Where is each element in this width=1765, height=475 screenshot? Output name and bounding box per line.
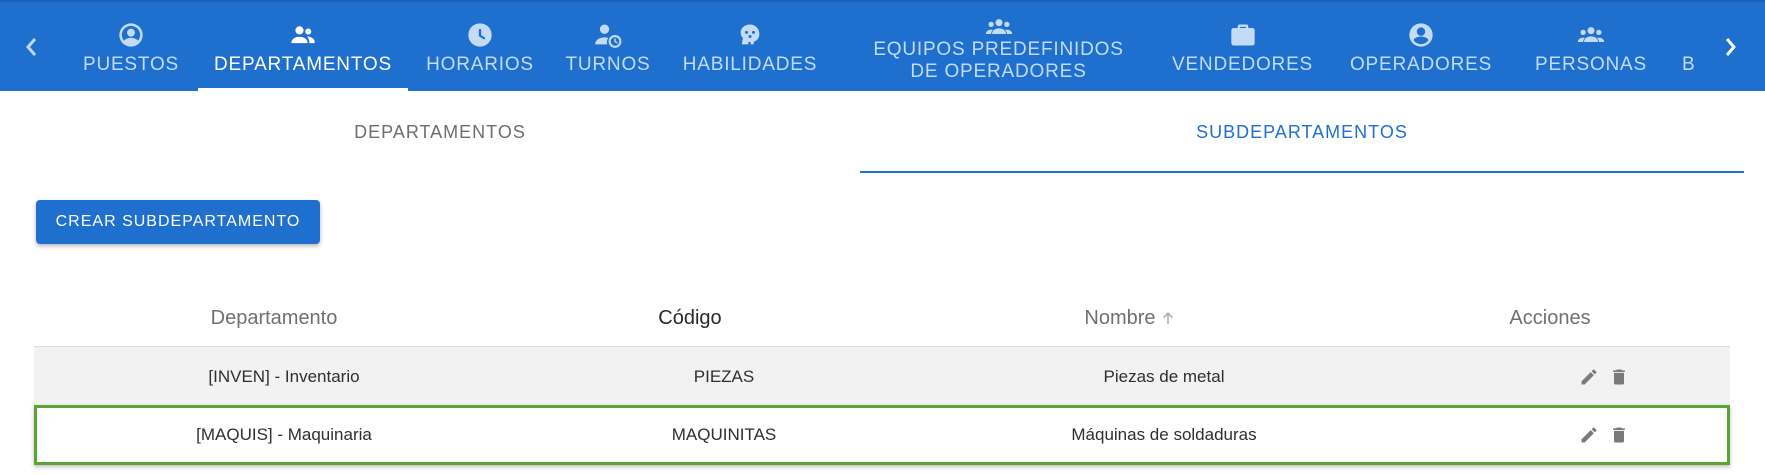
tab-br[interactable]: BR xyxy=(1666,2,1696,91)
subtab-subdepartamentos[interactable]: SUBDEPARTAMENTOS xyxy=(860,91,1744,173)
chevron-left-icon[interactable] xyxy=(2,2,62,91)
pencil-icon[interactable] xyxy=(1579,367,1599,387)
tab-label: PUESTOS xyxy=(82,54,180,75)
row-actions xyxy=(1504,405,1704,465)
top-navigation-bar: PUESTOS DEPARTAMENTOS HORARIOS TURNOS HA… xyxy=(0,0,1765,91)
tab-equipos-predefinidos[interactable]: EQUIPOS PREDEFINIDOS DE OPERADORES xyxy=(866,2,1131,91)
tab-label: TURNOS xyxy=(565,54,651,75)
tab-horarios[interactable]: HORARIOS xyxy=(410,2,550,91)
table-row[interactable]: [MAQUIS] - Maquinaria MAQUINITAS Máquina… xyxy=(34,405,1730,465)
cell-departamento: [MAQUIS] - Maquinaria xyxy=(196,425,372,444)
table-row[interactable]: [INVEN] - Inventario PIEZAS Piezas de me… xyxy=(34,347,1730,407)
tab-habilidades[interactable]: HABILIDADES xyxy=(666,2,834,91)
cell-codigo: PIEZAS xyxy=(693,367,755,386)
tab-label: PERSONAS xyxy=(1535,54,1647,75)
row-actions xyxy=(1504,347,1704,407)
people-icon xyxy=(1577,20,1605,50)
tab-label: DEPARTAMENTOS xyxy=(214,54,392,75)
trash-icon[interactable] xyxy=(1609,425,1629,445)
arrow-up-icon[interactable] xyxy=(1160,310,1176,326)
chevron-right-icon[interactable] xyxy=(1700,2,1760,91)
cell-departamento: [INVEN] - Inventario xyxy=(208,367,360,386)
subtab-label: DEPARTAMENTOS xyxy=(354,121,526,142)
column-header-departamento[interactable]: Departamento xyxy=(34,303,514,333)
tab-turnos[interactable]: TURNOS xyxy=(552,2,664,91)
groups-icon xyxy=(985,16,1013,38)
column-header-nombre[interactable]: Nombre xyxy=(880,303,1380,333)
person-clock-icon xyxy=(594,20,622,50)
tab-label: HABILIDADES xyxy=(682,54,818,75)
tab-label-line1: EQUIPOS PREDEFINIDOS xyxy=(873,39,1124,60)
tab-puestos[interactable]: PUESTOS xyxy=(66,2,196,91)
create-subdepartment-button[interactable]: CREAR SUBDEPARTAMENTO xyxy=(36,200,320,244)
tab-label: BR xyxy=(1682,54,1696,75)
column-header-acciones: Acciones xyxy=(1509,306,1591,329)
brain-icon xyxy=(736,20,764,50)
tab-vendedores[interactable]: VENDEDORES xyxy=(1160,2,1325,91)
cell-nombre: Máquinas de soldaduras xyxy=(1071,425,1257,444)
subtabs: DEPARTAMENTOS SUBDEPARTAMENTOS xyxy=(0,91,1765,173)
subtab-departamentos[interactable]: DEPARTAMENTOS xyxy=(10,91,870,173)
pencil-icon[interactable] xyxy=(1579,425,1599,445)
account-circle-icon xyxy=(117,20,145,50)
tab-label: HORARIOS xyxy=(426,54,534,75)
clock-icon xyxy=(466,20,494,50)
group-icon xyxy=(289,20,317,50)
briefcase-icon xyxy=(1229,20,1257,50)
tab-label: VENDEDORES xyxy=(1171,54,1314,75)
trash-icon[interactable] xyxy=(1609,367,1629,387)
tab-personas[interactable]: PERSONAS xyxy=(1516,2,1666,91)
tab-label: OPERADORES xyxy=(1349,54,1493,75)
tab-label-line2: DE OPERADORES xyxy=(910,61,1087,82)
column-header-codigo[interactable]: Código xyxy=(500,303,880,333)
subtab-label: SUBDEPARTAMENTOS xyxy=(1196,121,1408,142)
account-circle-icon xyxy=(1407,20,1435,50)
cell-nombre: Piezas de metal xyxy=(1103,367,1225,386)
column-header-nombre-label: Nombre xyxy=(1084,306,1156,329)
tab-operadores[interactable]: OPERADORES xyxy=(1336,2,1506,91)
nav-tabs: PUESTOS DEPARTAMENTOS HORARIOS TURNOS HA… xyxy=(66,2,1696,91)
cell-codigo: MAQUINITAS xyxy=(671,425,777,444)
tab-departamentos[interactable]: DEPARTAMENTOS xyxy=(198,2,408,91)
